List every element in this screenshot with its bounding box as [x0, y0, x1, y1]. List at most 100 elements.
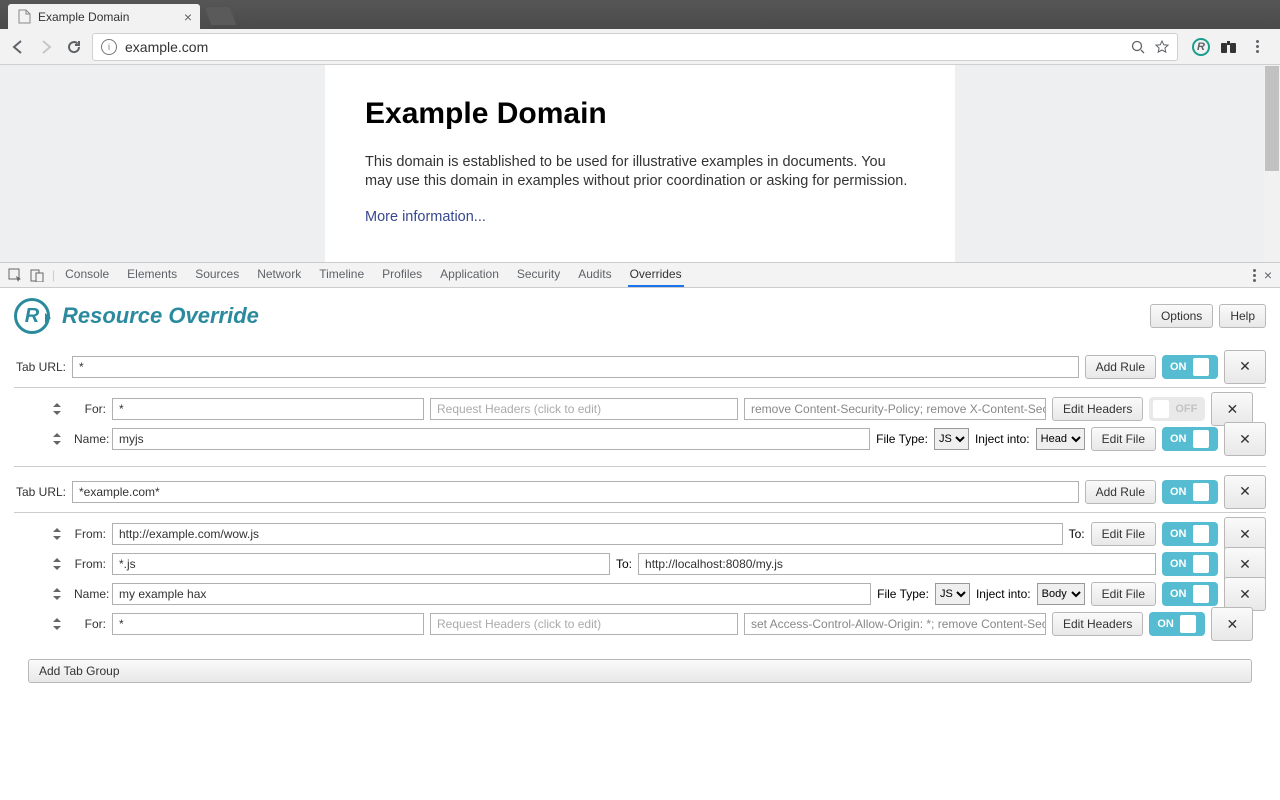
reload-button[interactable]	[64, 37, 84, 57]
name-label: Name:	[74, 587, 106, 601]
devtools-tab-profiles[interactable]: Profiles	[380, 263, 424, 287]
drag-handle-icon[interactable]	[50, 617, 64, 631]
delete-button[interactable]: ✕	[1224, 475, 1266, 509]
delete-button[interactable]: ✕	[1224, 577, 1266, 611]
add-rule-button[interactable]: Add Rule	[1085, 355, 1156, 379]
toggle-switch[interactable]: ON	[1162, 427, 1218, 451]
tab-close-icon[interactable]: ×	[184, 9, 192, 25]
devtools-tab-console[interactable]: Console	[63, 263, 111, 287]
toggle-switch[interactable]: ON	[1162, 552, 1218, 576]
toggle-switch[interactable]: OFF	[1149, 397, 1205, 421]
from-input[interactable]	[112, 553, 610, 575]
devtools-menu-icon[interactable]	[1253, 269, 1256, 282]
add-tab-group-button[interactable]: Add Tab Group	[28, 659, 1252, 683]
device-toggle-icon[interactable]	[30, 268, 44, 282]
toggle-switch[interactable]: ON	[1149, 612, 1205, 636]
site-info-icon[interactable]: i	[101, 39, 117, 55]
new-tab-button[interactable]	[205, 7, 237, 25]
rule-row: Name: File Type: JS Inject into: Body Ed…	[14, 579, 1266, 609]
close-icon: ✕	[1233, 480, 1257, 504]
inspect-icon[interactable]	[8, 268, 22, 282]
edit-file-button[interactable]: Edit File	[1091, 522, 1156, 546]
address-bar[interactable]: i example.com	[92, 33, 1178, 61]
rule-row: From: To: ON ✕	[14, 549, 1266, 579]
options-button[interactable]: Options	[1150, 304, 1213, 328]
delete-button[interactable]: ✕	[1224, 547, 1266, 581]
zoom-icon[interactable]	[1131, 40, 1145, 54]
add-rule-button[interactable]: Add Rule	[1085, 480, 1156, 504]
tab-url-input[interactable]	[72, 481, 1079, 503]
for-label: For:	[74, 617, 106, 631]
headers-summary: remove Content-Security-Policy; remove X…	[744, 398, 1046, 420]
devtools-tab-network[interactable]: Network	[255, 263, 303, 287]
delete-button[interactable]: ✕	[1211, 392, 1253, 426]
toggle-switch[interactable]: ON	[1162, 480, 1218, 504]
drag-handle-icon[interactable]	[50, 557, 64, 571]
url-text: example.com	[125, 39, 208, 55]
tab-group: Tab URL: Add Rule ON ✕ From: To: Edit Fi…	[14, 477, 1266, 639]
devtools-tab-application[interactable]: Application	[438, 263, 501, 287]
devtools-tab-overrides[interactable]: Overrides	[628, 263, 684, 287]
devtools-tab-audits[interactable]: Audits	[576, 263, 613, 287]
edit-file-button[interactable]: Edit File	[1091, 427, 1156, 451]
inject-into-select[interactable]: Head	[1036, 428, 1085, 450]
delete-button[interactable]: ✕	[1224, 517, 1266, 551]
back-button[interactable]	[8, 37, 28, 57]
extension-resource-override-icon[interactable]: R	[1192, 38, 1210, 56]
drag-handle-icon[interactable]	[50, 432, 64, 446]
delete-button[interactable]: ✕	[1211, 607, 1253, 641]
devtools-tab-security[interactable]: Security	[515, 263, 562, 287]
inject-into-label: Inject into:	[975, 432, 1030, 446]
to-input[interactable]	[638, 553, 1156, 575]
browser-menu-icon[interactable]	[1248, 38, 1266, 56]
help-button[interactable]: Help	[1219, 304, 1266, 328]
bookmark-star-icon[interactable]	[1155, 40, 1169, 54]
for-label: For:	[74, 402, 106, 416]
name-input[interactable]	[112, 428, 870, 450]
browser-toolbar: i example.com R	[0, 29, 1280, 65]
tab-group: Tab URL: Add Rule ON ✕ For: remove Conte…	[14, 352, 1266, 454]
browser-tabbar: Example Domain ×	[0, 0, 1280, 29]
devtools-tab-sources[interactable]: Sources	[193, 263, 241, 287]
more-info-link[interactable]: More information...	[365, 209, 486, 225]
request-headers-input[interactable]	[430, 613, 738, 635]
close-icon: ✕	[1233, 522, 1257, 546]
inject-into-select[interactable]: Body	[1037, 583, 1085, 605]
rule-row: From: To: Edit File ON ✕	[14, 519, 1266, 549]
to-label: To:	[1069, 527, 1085, 541]
delete-button[interactable]: ✕	[1224, 350, 1266, 384]
edit-headers-button[interactable]: Edit Headers	[1052, 397, 1143, 421]
forward-button[interactable]	[36, 37, 56, 57]
request-headers-input[interactable]	[430, 398, 738, 420]
toggle-switch[interactable]: ON	[1162, 355, 1218, 379]
drag-handle-icon[interactable]	[50, 527, 64, 541]
toggle-switch[interactable]: ON	[1162, 582, 1218, 606]
for-input[interactable]	[112, 613, 424, 635]
headers-summary: set Access-Control-Allow-Origin: *; remo…	[744, 613, 1046, 635]
page-paragraph: This domain is established to be used fo…	[365, 153, 915, 191]
scrollbar[interactable]	[1264, 65, 1280, 262]
devtools-tab-timeline[interactable]: Timeline	[317, 263, 366, 287]
file-type-select[interactable]: JS	[935, 583, 970, 605]
file-type-select[interactable]: JS	[934, 428, 969, 450]
drag-handle-icon[interactable]	[50, 587, 64, 601]
edit-file-button[interactable]: Edit File	[1091, 582, 1156, 606]
devtools-close-icon[interactable]: ×	[1264, 267, 1272, 283]
browser-tab[interactable]: Example Domain ×	[8, 4, 200, 29]
file-type-label: File Type:	[876, 432, 928, 446]
from-input[interactable]	[112, 523, 1063, 545]
tab-url-input[interactable]	[72, 356, 1079, 378]
name-input[interactable]	[112, 583, 871, 605]
for-input[interactable]	[112, 398, 424, 420]
tab-url-label: Tab URL:	[14, 485, 66, 499]
to-label: To:	[616, 557, 632, 571]
from-label: From:	[74, 557, 106, 571]
close-icon: ✕	[1233, 355, 1257, 379]
extension-icon[interactable]	[1220, 38, 1238, 56]
toggle-switch[interactable]: ON	[1162, 522, 1218, 546]
devtools-tab-elements[interactable]: Elements	[125, 263, 179, 287]
delete-button[interactable]: ✕	[1224, 422, 1266, 456]
edit-headers-button[interactable]: Edit Headers	[1052, 612, 1143, 636]
drag-handle-icon[interactable]	[50, 402, 64, 416]
rule-row: Name: File Type: JS Inject into: Head Ed…	[14, 424, 1266, 454]
